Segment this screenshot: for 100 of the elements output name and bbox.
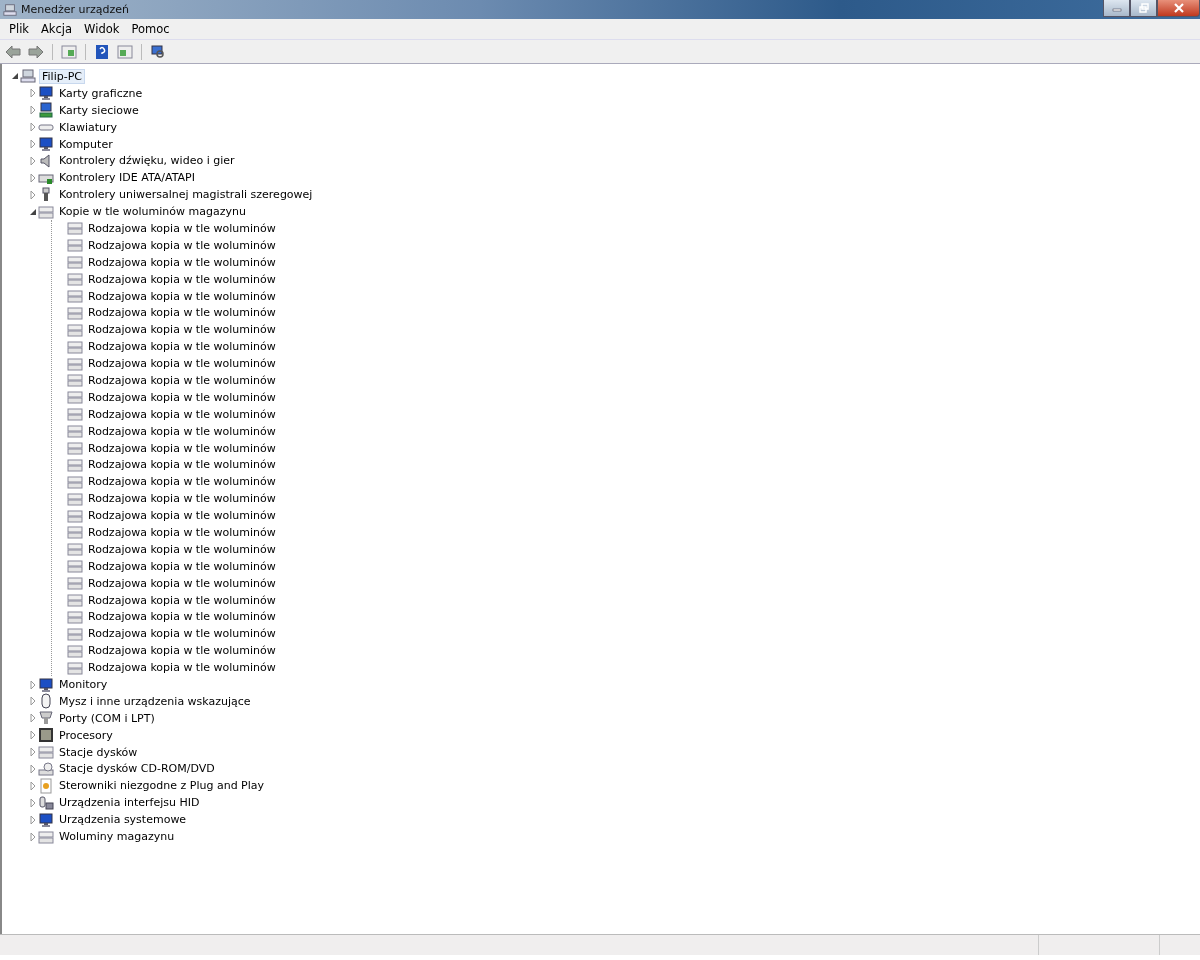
tree-item[interactable]: Rodzajowa kopia w tle woluminów <box>86 509 278 523</box>
tree-item[interactable]: Klawiatury <box>57 120 120 134</box>
tree-item[interactable]: Rodzajowa kopia w tle woluminów <box>86 306 278 320</box>
tree-item[interactable]: Kopie w tle woluminów magazynu <box>57 205 248 219</box>
tree-item[interactable]: Rodzajowa kopia w tle woluminów <box>86 526 278 539</box>
drive-icon <box>67 389 83 406</box>
expand-arrow-icon[interactable] <box>28 730 38 741</box>
expand-arrow-icon[interactable] <box>28 679 38 690</box>
restore-button[interactable] <box>1130 0 1157 17</box>
tree-item[interactable]: Rodzajowa kopia w tle woluminów <box>86 661 278 675</box>
drive-icon <box>67 524 83 541</box>
expand-arrow-icon[interactable] <box>28 780 38 791</box>
monitor-icon <box>38 136 54 152</box>
collapse-arrow-icon[interactable] <box>10 71 20 82</box>
tree-item[interactable]: Rodzajowa kopia w tle woluminów <box>86 255 278 269</box>
tree-item[interactable]: Karty sieciowe <box>57 103 141 117</box>
expand-arrow-icon[interactable] <box>28 105 38 116</box>
drive-icon <box>38 203 54 220</box>
tree-item[interactable]: Urządzenia interfejsu HID <box>57 796 202 810</box>
restore-icon <box>1138 3 1149 13</box>
tree-item[interactable]: Rodzajowa kopia w tle woluminów <box>86 610 278 624</box>
close-button[interactable] <box>1157 0 1200 17</box>
expand-arrow-icon[interactable] <box>28 122 38 133</box>
tree-item[interactable]: Rodzajowa kopia w tle woluminów <box>86 593 278 607</box>
drive-icon <box>67 271 83 288</box>
tree-item[interactable]: Kontrolery dźwięku, wideo i gier <box>57 154 237 168</box>
network-icon <box>38 102 54 119</box>
tree-item[interactable]: Rodzajowa kopia w tle woluminów <box>86 357 278 371</box>
drive-icon <box>67 372 83 389</box>
drive-icon <box>67 355 83 372</box>
tree-item[interactable]: Urządzenia systemowe <box>57 813 189 827</box>
tree-item[interactable]: Sterowniki niezgodne z Plug and Play <box>57 779 267 793</box>
tree-item[interactable]: Rodzajowa kopia w tle woluminów <box>86 407 278 421</box>
tree-item[interactable]: Mysz i inne urządzenia wskazujące <box>57 694 253 708</box>
tree-item[interactable]: Stacje dysków <box>57 745 140 759</box>
drive-icon <box>67 490 83 507</box>
drive-icon <box>67 406 83 423</box>
tree-item[interactable]: Rodzajowa kopia w tle woluminów <box>86 627 278 641</box>
tree-item[interactable]: Rodzajowa kopia w tle woluminów <box>86 492 278 506</box>
tree-item[interactable]: Rodzajowa kopia w tle woluminów <box>86 475 278 489</box>
expand-arrow-icon[interactable] <box>28 763 38 774</box>
expand-arrow-icon[interactable] <box>28 172 38 183</box>
expand-arrow-icon[interactable] <box>28 139 38 149</box>
close-icon <box>1172 3 1185 13</box>
port-icon <box>38 710 54 727</box>
window-title: Menedżer urządzeń <box>21 3 130 16</box>
minimize-button[interactable] <box>1103 0 1130 17</box>
expand-arrow-icon[interactable] <box>28 189 38 200</box>
tree-item[interactable]: Filip-PC <box>39 68 85 84</box>
tree-item[interactable]: Komputer <box>57 137 115 151</box>
tree-item[interactable]: Rodzajowa kopia w tle woluminów <box>86 542 278 556</box>
drive-icon <box>67 456 83 473</box>
expand-arrow-icon[interactable] <box>28 696 38 707</box>
menu-item[interactable]: Akcja <box>35 20 79 38</box>
tree-item[interactable]: Rodzajowa kopia w tle woluminów <box>86 644 278 658</box>
tree-item[interactable]: Woluminy magazynu <box>57 830 177 843</box>
tree-item[interactable]: Stacje dysków CD-ROM/DVD <box>57 762 217 776</box>
tree-item[interactable]: Monitory <box>57 678 110 691</box>
tree-item[interactable]: Rodzajowa kopia w tle woluminów <box>86 238 278 252</box>
tree-item[interactable]: Rodzajowa kopia w tle woluminów <box>86 458 278 472</box>
tree-item[interactable]: Rodzajowa kopia w tle woluminów <box>86 221 278 235</box>
tree-item[interactable]: Rodzajowa kopia w tle woluminów <box>86 323 278 337</box>
menu-item[interactable]: Pomoc <box>125 20 176 38</box>
menu-item[interactable]: Plik <box>3 20 35 38</box>
tree-item[interactable]: Rodzajowa kopia w tle woluminów <box>86 576 278 590</box>
monitor-icon <box>38 85 54 102</box>
drive-icon <box>67 575 83 592</box>
drive-icon <box>67 288 83 304</box>
tree-item[interactable]: Porty (COM i LPT) <box>57 711 157 725</box>
drive-icon <box>67 304 83 321</box>
tree-item[interactable]: Procesory <box>57 728 115 742</box>
expand-arrow-icon[interactable] <box>28 831 38 842</box>
tree-item[interactable]: Karty graficzne <box>57 86 145 100</box>
drive-icon <box>67 507 83 524</box>
expand-arrow-icon[interactable] <box>28 713 38 724</box>
computer-icon <box>20 68 36 85</box>
drive-icon <box>67 608 83 625</box>
tree-item[interactable]: Rodzajowa kopia w tle woluminów <box>86 373 278 387</box>
expand-arrow-icon[interactable] <box>28 155 38 166</box>
drive-icon <box>67 659 83 676</box>
tree-item[interactable]: Rodzajowa kopia w tle woluminów <box>86 441 278 455</box>
expand-arrow-icon[interactable] <box>28 747 38 758</box>
menu-item[interactable]: Widok <box>78 20 126 38</box>
tree-item[interactable]: Rodzajowa kopia w tle woluminów <box>86 390 278 404</box>
tree-item[interactable]: Rodzajowa kopia w tle woluminów <box>86 272 278 286</box>
drive-icon <box>67 321 83 338</box>
tree-item[interactable]: Rodzajowa kopia w tle woluminów <box>86 559 278 573</box>
drive-icon <box>67 338 83 355</box>
tree-item[interactable]: Kontrolery uniwersalnej magistrali szeregowej <box>57 188 315 202</box>
tree-item[interactable]: Rodzajowa kopia w tle woluminów <box>86 340 278 354</box>
cd-drive-icon <box>38 760 54 777</box>
expand-arrow-icon[interactable] <box>28 814 38 825</box>
tree-item[interactable]: Kontrolery IDE ATA/ATAPI <box>57 171 197 185</box>
tree-item[interactable]: Rodzajowa kopia w tle woluminów <box>86 424 278 438</box>
drive-icon <box>67 423 83 440</box>
tree-item[interactable]: Rodzajowa kopia w tle woluminów <box>86 289 278 303</box>
drive-icon <box>67 237 83 254</box>
expand-arrow-icon[interactable] <box>28 797 38 808</box>
drive-icon <box>67 220 83 237</box>
expand-arrow-icon[interactable] <box>28 88 38 99</box>
